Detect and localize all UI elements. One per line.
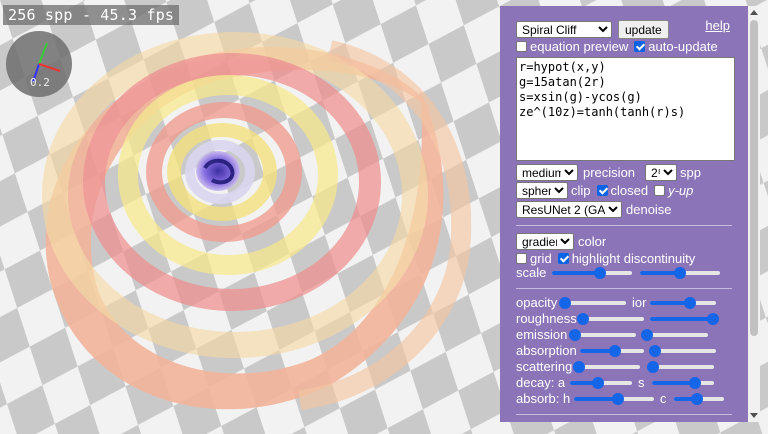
closed-label: closed: [610, 183, 649, 198]
preset-select[interactable]: Spiral Cliff: [516, 21, 612, 38]
color-select[interactable]: gradient: [516, 233, 574, 250]
scrollbar-thumb[interactable]: [750, 20, 758, 336]
fps-readout: 256 spp - 45.3 fps: [3, 5, 180, 25]
slider-thumb[interactable]: [573, 361, 586, 373]
scroll-up-arrow-icon[interactable]: [750, 10, 758, 15]
scattering-label: scattering: [516, 359, 573, 374]
ior-slider[interactable]: [650, 296, 716, 310]
absorb-c-label: c: [660, 391, 667, 406]
scale-slider-1[interactable]: [552, 266, 632, 280]
slider-thumb[interactable]: [641, 329, 654, 341]
slider-thumb[interactable]: [609, 345, 622, 357]
absorption-slider[interactable]: [580, 344, 644, 358]
slider-thumb[interactable]: [706, 313, 719, 325]
decay-s-label: s: [638, 375, 645, 390]
slider-track: [580, 317, 644, 321]
slider-thumb[interactable]: [689, 377, 702, 389]
slider-thumb[interactable]: [594, 267, 606, 279]
separator: [516, 414, 732, 415]
denoise-select[interactable]: ResUNet 2 (GAN): [516, 201, 622, 218]
closed-checkbox[interactable]: [596, 185, 608, 196]
scale-slider-2[interactable]: [640, 266, 720, 280]
slider-track: [644, 333, 708, 337]
separator: [516, 225, 732, 226]
equation-preview-checkbox[interactable]: [516, 41, 527, 52]
roughness-slider-2[interactable]: [650, 312, 719, 326]
help-link[interactable]: help: [705, 18, 730, 33]
spp-select[interactable]: 2⁸: [645, 164, 678, 181]
gizmo-value: 0.2: [30, 76, 50, 89]
slider-thumb[interactable]: [690, 393, 703, 405]
color-label: color: [578, 234, 607, 249]
grid-checkbox[interactable]: [516, 253, 527, 264]
absorption-label: absorption: [516, 343, 577, 358]
auto-update-label: auto-update: [648, 39, 718, 54]
grid-label: grid: [530, 251, 552, 266]
roughness-slider[interactable]: [577, 312, 644, 326]
opacity-label: opacity: [516, 295, 558, 310]
slider-track: [650, 365, 714, 369]
slider-thumb[interactable]: [559, 297, 572, 309]
slider-thumb[interactable]: [649, 345, 662, 357]
scroll-down-arrow-icon[interactable]: [750, 413, 758, 418]
decay-s-slider[interactable]: [652, 376, 714, 390]
slider-track: [576, 365, 640, 369]
emission-label: emission: [516, 327, 568, 342]
absorb-h-label: absorb: h: [516, 391, 571, 406]
spp-label: spp: [680, 165, 701, 180]
slider-thumb[interactable]: [674, 267, 686, 279]
slider-fill: [650, 317, 713, 321]
denoise-label: denoise: [626, 202, 672, 217]
slider-track: [562, 301, 626, 305]
slider-thumb[interactable]: [591, 377, 604, 389]
slider-track: [572, 333, 636, 337]
scattering-slider[interactable]: [573, 360, 640, 374]
update-button[interactable]: update: [618, 20, 669, 39]
opacity-slider[interactable]: [559, 296, 626, 310]
roughness-label: roughness: [516, 311, 577, 326]
equation-editor[interactable]: r=hypot(x,y) g=15atan(2r) s=xsin(g)-ycos…: [516, 57, 735, 161]
absorb-c-slider[interactable]: [674, 392, 724, 406]
slider-thumb[interactable]: [683, 297, 696, 309]
highlight-discontinuity-checkbox[interactable]: [557, 253, 569, 264]
precision-select[interactable]: medium: [516, 164, 578, 181]
y-up-label: y-up: [668, 183, 694, 198]
slider-thumb[interactable]: [647, 361, 660, 373]
equation-preview-label: equation preview: [530, 39, 629, 54]
emission-slider[interactable]: [569, 328, 636, 342]
absorb-h-slider[interactable]: [574, 392, 654, 406]
clip-select[interactable]: sphere: [516, 182, 568, 199]
precision-label: precision: [583, 165, 636, 180]
panel-scrollbar[interactable]: [748, 6, 760, 422]
ior-label: ior: [632, 295, 647, 310]
slider-thumb[interactable]: [577, 313, 590, 325]
scale-label: scale: [516, 265, 547, 280]
slider-thumb[interactable]: [612, 393, 624, 405]
slider-track: [652, 349, 716, 353]
slider-fill: [552, 271, 600, 275]
y-up-checkbox[interactable]: [654, 185, 666, 196]
absorption-slider-2[interactable]: [649, 344, 716, 358]
emission-slider-2[interactable]: [641, 328, 708, 342]
separator: [516, 288, 732, 289]
clip-label: clip: [571, 183, 591, 198]
decay-a-label: decay: a: [516, 375, 566, 390]
highlight-discontinuity-label: highlight discontinuity: [571, 251, 696, 266]
settings-panel: Spiral Cliff update help equation previe…: [500, 6, 748, 422]
auto-update-checkbox[interactable]: [634, 41, 646, 52]
decay-a-slider[interactable]: [570, 376, 632, 390]
slider-thumb[interactable]: [569, 329, 582, 341]
scattering-slider-2[interactable]: [647, 360, 714, 374]
